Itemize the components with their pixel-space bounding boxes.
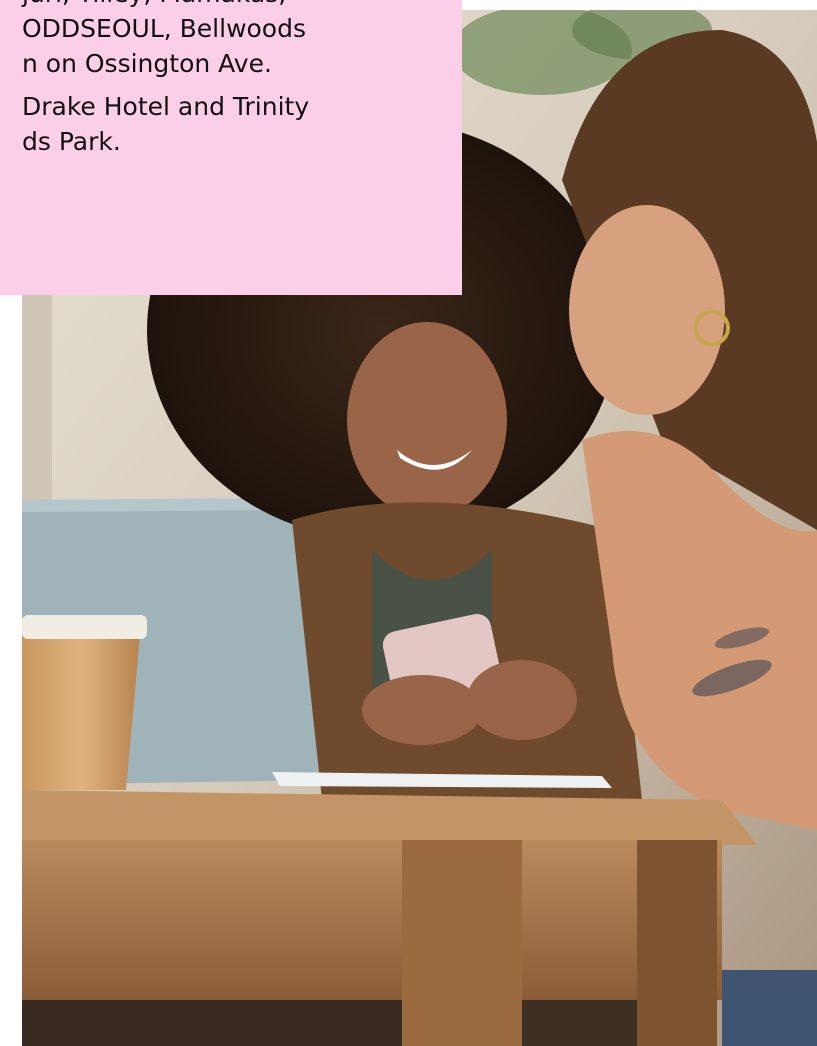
caption-text: juri, Tilley, Mamakas, ODDSEOUL, Bellwoo… [0,0,462,167]
caption-line: ODDSEOUL, Bellwoods [22,14,306,43]
caption-line: juri, Tilley, Mamakas, [22,0,462,11]
page: juri, Tilley, Mamakas, ODDSEOUL, Bellwoo… [0,0,817,1046]
caption-line: n on Ossington Ave. [22,49,272,78]
caption-box: juri, Tilley, Mamakas, ODDSEOUL, Bellwoo… [0,0,462,295]
caption-line: ds Park. [22,127,121,156]
caption-line: Drake Hotel and Trinity [22,92,310,121]
caption-paragraph-2: Drake Hotel and Trinity ds Park. [0,89,462,159]
caption-paragraph-1: juri, Tilley, Mamakas, ODDSEOUL, Bellwoo… [0,0,462,81]
